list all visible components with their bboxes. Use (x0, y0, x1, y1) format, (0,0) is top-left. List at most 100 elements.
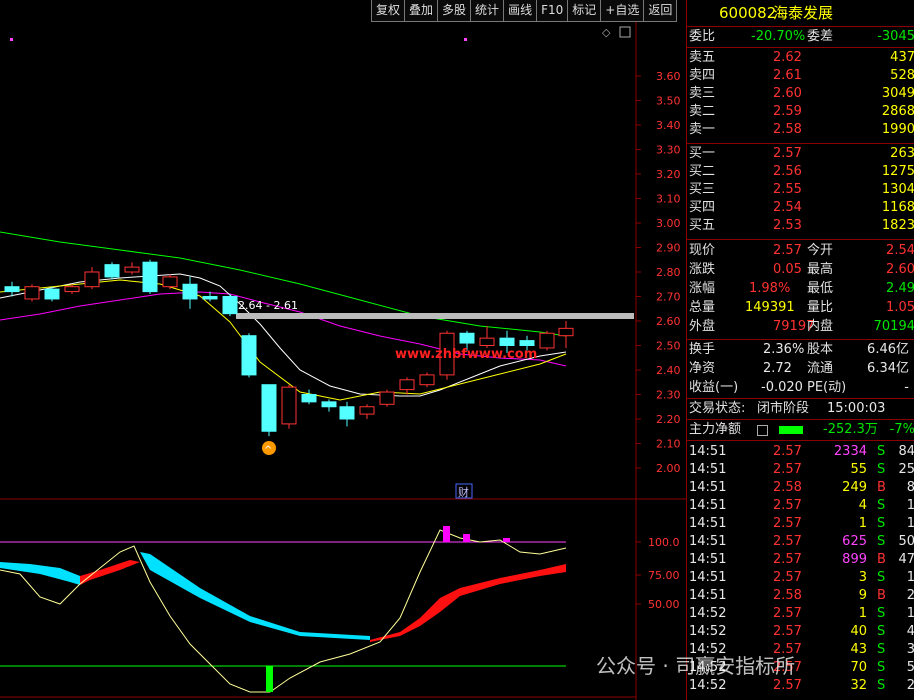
low-point-icon: ^ (262, 441, 276, 456)
price-axis-label: 3.20 (656, 168, 681, 181)
candle (379, 389, 395, 407)
bid-volume: 1304 (881, 182, 914, 197)
trade-status-value: 闭市阶段 (757, 401, 810, 416)
toolbar-button-4[interactable]: 画线 (503, 0, 538, 22)
toolbar-button-1[interactable]: 叠加 (404, 0, 439, 22)
tick-count: 1 (906, 570, 914, 585)
price-axis-label: 2.30 (656, 389, 681, 402)
tick-time: 14:51 (689, 498, 727, 513)
tick-volume: 3 (858, 570, 867, 585)
indicator-axis-label: 75.00 (648, 569, 680, 582)
ask-level-row: 卖三 2.60 3049 (687, 85, 914, 103)
tick-price: 2.57 (773, 606, 802, 621)
quote-value: 70194 (873, 319, 914, 334)
toolbar-button-3[interactable]: 统计 (470, 0, 505, 22)
indicator-axis-label: 100.0 (648, 536, 680, 549)
price-level-label: 2.64 - 2.61 (238, 299, 298, 312)
trade-status-row: 交易状态: 闭市阶段 15:00:03 (687, 400, 914, 418)
tick-volume: 70 (850, 660, 867, 675)
tick-row: 14:51 2.58 249 B 8 (687, 479, 914, 497)
tick-side: S (877, 462, 886, 477)
tick-side: S (877, 678, 886, 693)
price-axis-label: 2.60 (656, 315, 681, 328)
finance-label: 收益(一) (689, 380, 739, 395)
tick-price: 2.57 (773, 678, 802, 693)
bid-label: 买五 (689, 218, 716, 233)
toolbar-button-8[interactable]: 返回 (643, 0, 678, 22)
toolbar-button-0[interactable]: 复权 (371, 0, 406, 22)
toolbar-button-5[interactable]: F10 (536, 0, 569, 22)
price-axis-label: 2.00 (656, 462, 681, 475)
trade-status-time: 15:00:03 (827, 401, 886, 416)
candle (301, 389, 317, 405)
price-axis-label: 2.80 (656, 266, 681, 279)
tick-time: 14:51 (689, 534, 727, 549)
bid-level-row: 买二 2.56 1275 (687, 163, 914, 181)
quote-panel: 600082 海泰发展 委比 -20.70% 委差 -3045 卖五 2.62 437 卖四 2.6… (686, 0, 914, 700)
ask-label: 卖三 (689, 86, 716, 101)
main-net-row: 主力净额 -252.3万 -7% (687, 421, 914, 439)
toolbar-button-7[interactable]: +自选 (600, 0, 645, 22)
tick-volume: 899 (842, 552, 867, 567)
kline-chart[interactable]: 3.60 3.50 3.40 3.30 3.20 3.10 3.00 2.90 2.80 2.70… (0, 22, 686, 700)
weicha-value: -3045 (877, 29, 914, 44)
quote-label: 涨跌 (689, 262, 716, 277)
quote-value: 2.60 (886, 262, 914, 277)
diamond-icon[interactable]: ◇ (602, 26, 611, 39)
ask-label: 卖四 (689, 68, 716, 83)
price-level-band (236, 313, 634, 319)
price-axis-label: 3.50 (656, 95, 681, 108)
finance-marker[interactable]: 财 (455, 483, 473, 499)
ask-level-row: 卖一 2.58 1990 (687, 121, 914, 139)
ask-level-row: 卖二 2.59 2868 (687, 103, 914, 121)
candle (359, 404, 375, 419)
bid-label: 买一 (689, 146, 716, 161)
window-toggle-icon[interactable] (619, 26, 631, 38)
divider (687, 419, 914, 420)
price-axis-label: 3.00 (656, 217, 681, 230)
price-axis-label: 2.10 (656, 438, 681, 451)
tick-time: 14:51 (689, 444, 727, 459)
tick-volume: 9 (858, 588, 867, 603)
quote-value: 2.57 (773, 243, 802, 258)
finance-label: 换手 (689, 342, 716, 357)
price-axis-label: 2.40 (656, 364, 681, 377)
candle (399, 377, 415, 395)
ask-volume: 3049 (881, 86, 914, 101)
tick-row: 14:51 2.57 3 S 1 (687, 569, 914, 587)
price-axis-label: 2.90 (656, 242, 681, 255)
price-axis-label: 3.10 (656, 193, 681, 206)
tick-volume: 1 (858, 516, 867, 531)
toolbar-button-6[interactable]: 标记 (567, 0, 602, 22)
ma-line-white (0, 273, 567, 397)
finance-value: 2.36% (763, 342, 805, 357)
finance-value: 6.46亿 (867, 342, 909, 357)
bid-level-row: 买四 2.54 1168 (687, 199, 914, 217)
tick-volume: 4 (858, 498, 867, 513)
tick-side: S (877, 660, 886, 675)
price-axis-label: 2.70 (656, 291, 681, 304)
divider (687, 398, 914, 399)
tick-count: 47 (898, 552, 914, 567)
tick-time: 14:51 (689, 552, 727, 567)
quote-row: 涨幅 1.98% 最低 2.49 (687, 280, 914, 298)
bid-price: 2.57 (773, 146, 802, 161)
quote-value: 149391 (745, 300, 795, 315)
quote-row: 现价 2.57 今开 2.54 (687, 242, 914, 260)
candle (479, 325, 495, 348)
tick-price: 2.58 (773, 480, 802, 495)
watermark: 公众号 · 司赢安指标所 (596, 654, 796, 678)
tick-row: 14:51 2.57 1 S 1 (687, 515, 914, 533)
ask-level-row: 卖四 2.61 528 (687, 67, 914, 85)
candle (419, 372, 435, 388)
list-icon[interactable] (757, 425, 768, 436)
ask-label: 卖二 (689, 104, 716, 119)
kline-chart-area[interactable]: 3.60 3.50 3.40 3.30 3.20 3.10 3.00 2.90 2.80 2.70… (0, 22, 686, 700)
tick-row: 14:51 2.57 625 S 50 (687, 533, 914, 551)
indicator-band-cyan (0, 562, 80, 585)
tick-side: B (877, 552, 886, 567)
quote-label: 量比 (807, 300, 834, 315)
toolbar-button-2[interactable]: 多股 (437, 0, 472, 22)
svg-text:^: ^ (264, 445, 272, 456)
tick-time: 14:51 (689, 480, 727, 495)
